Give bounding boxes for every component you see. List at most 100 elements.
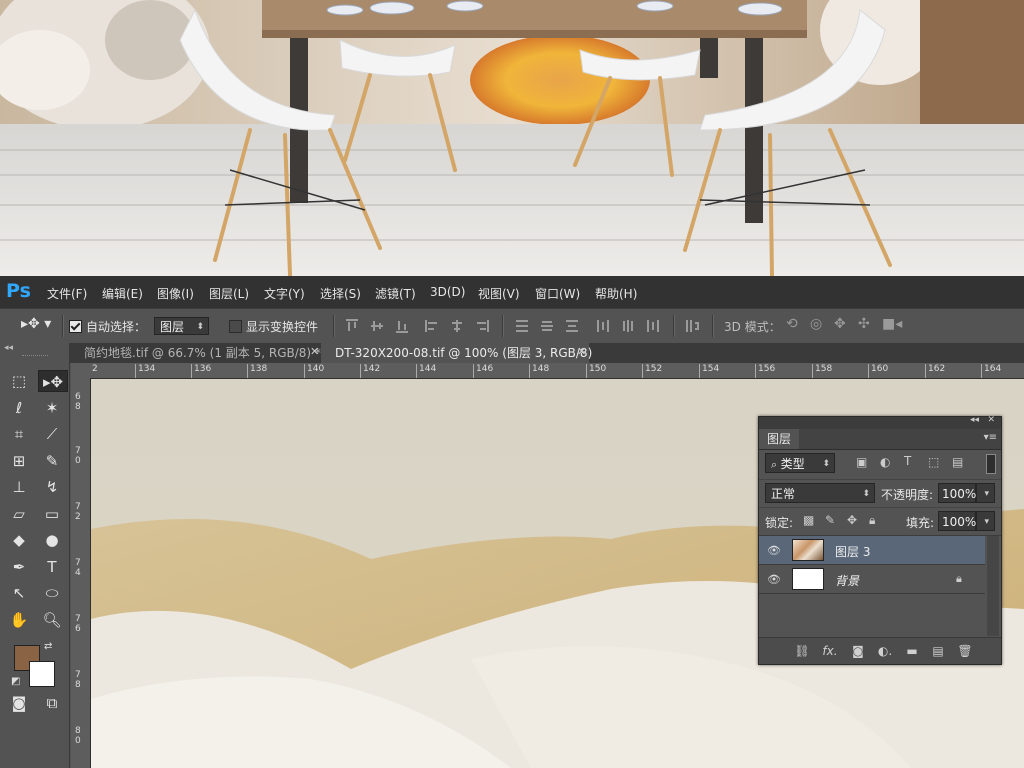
close-icon[interactable]: ✕	[310, 345, 319, 358]
default-colors-icon[interactable]: ◩	[11, 676, 20, 687]
visibility-eye-icon[interactable]: 👁︎	[767, 573, 781, 586]
fill-slider-toggle[interactable]: ▾	[976, 511, 995, 531]
distribute-top-icon[interactable]	[515, 319, 529, 333]
layer-row-background[interactable]: 👁︎ 背景 🔒︎	[759, 565, 985, 594]
align-top-icon[interactable]	[345, 319, 359, 333]
lock-all-icon[interactable]: 🔒︎	[869, 513, 875, 528]
ellipse-tool-icon[interactable]: ⬭	[40, 582, 64, 604]
filter-adjustment-icon[interactable]: ◐	[880, 455, 890, 469]
history-brush-tool-icon[interactable]: ↯	[40, 476, 64, 498]
menu-layer[interactable]: 图层(L)	[209, 285, 249, 302]
menu-filter[interactable]: 滤镜(T)	[375, 285, 416, 302]
layer-name[interactable]: 图层 3	[835, 543, 870, 560]
3d-scale-icon[interactable]: ■◂	[882, 316, 902, 332]
align-vcenter-icon[interactable]	[370, 319, 384, 333]
menu-view[interactable]: 视图(V)	[478, 285, 520, 302]
clone-stamp-tool-icon[interactable]: ⊥	[7, 476, 31, 498]
swap-colors-icon[interactable]: ⇄	[44, 641, 52, 652]
move-tool-icon[interactable]: ▸✥	[38, 370, 68, 392]
3d-roll-icon[interactable]: ◎	[810, 316, 822, 332]
filter-smart-object-icon[interactable]: ▤	[952, 455, 963, 469]
distribute-left-icon[interactable]	[596, 319, 610, 333]
hand-tool-icon[interactable]: ✋	[7, 609, 31, 631]
menu-type[interactable]: 文字(Y)	[264, 285, 305, 302]
lock-position-icon[interactable]: ✥	[847, 513, 857, 527]
vertical-ruler[interactable]: 68 70 72 74 76 78 80	[71, 378, 91, 768]
gradient-tool-icon[interactable]: ▭	[40, 503, 64, 525]
link-icon[interactable]: ⛓	[794, 643, 810, 659]
eraser-tool-icon[interactable]: ▱	[7, 503, 31, 525]
menu-3d[interactable]: 3D(D)	[430, 285, 465, 299]
menu-file[interactable]: 文件(F)	[47, 285, 87, 302]
menu-window[interactable]: 窗口(W)	[535, 285, 580, 302]
trash-icon[interactable]: 🗑︎	[957, 643, 973, 659]
zoom-tool-icon[interactable]: 🔍︎	[40, 609, 64, 631]
menu-help[interactable]: 帮助(H)	[595, 285, 637, 302]
eyedropper-tool-icon[interactable]: ⟋	[40, 423, 64, 445]
opacity-input[interactable]: 100%	[938, 483, 976, 503]
adjustment-icon[interactable]: ◐.	[877, 643, 893, 659]
filter-type-icon[interactable]: T	[904, 454, 911, 468]
auto-align-icon[interactable]	[685, 319, 699, 333]
folder-icon[interactable]: ▬	[904, 643, 920, 659]
3d-slide-icon[interactable]: ✣	[858, 316, 870, 332]
distribute-vcenter-icon[interactable]	[540, 319, 554, 333]
filter-shape-icon[interactable]: ⬚	[928, 455, 939, 469]
lock-paint-icon[interactable]: ✎	[825, 513, 835, 527]
align-right-icon[interactable]	[475, 319, 489, 333]
menu-select[interactable]: 选择(S)	[320, 285, 361, 302]
visibility-eye-icon[interactable]: 👁︎	[767, 544, 781, 557]
3d-rotate-icon[interactable]: ⟲	[786, 316, 798, 332]
layer-row-layer3[interactable]: 👁︎ 图层 3	[759, 536, 985, 565]
menu-image[interactable]: 图像(I)	[157, 285, 194, 302]
show-transform-check[interactable]	[229, 320, 242, 333]
tab-document-1[interactable]: 简约地毯.tif @ 66.7% (1 副本 5, RGB/8) *	[70, 343, 321, 363]
opacity-slider-toggle[interactable]: ▾	[976, 483, 995, 503]
auto-select-target-dropdown[interactable]: 图层 ⬍	[154, 317, 209, 335]
marquee-tool-icon[interactable]: ⬚	[7, 370, 31, 392]
panel-menu-icon[interactable]: ▾≡	[984, 432, 997, 443]
filter-toggle[interactable]	[986, 454, 996, 474]
tab-document-2[interactable]: DT-320X200-08.tif @ 100% (图层 3, RGB/8)	[321, 343, 592, 363]
align-bottom-icon[interactable]	[395, 319, 409, 333]
auto-select-check[interactable]	[69, 320, 82, 333]
layer-list-scrollbar[interactable]	[987, 536, 999, 636]
ruler-origin[interactable]	[71, 363, 90, 378]
distribute-bottom-icon[interactable]	[565, 319, 579, 333]
fx-icon[interactable]: fx.	[822, 643, 838, 659]
new-layer-icon[interactable]: ▤	[930, 643, 946, 659]
move-tool-preset-icon[interactable]: ▸✥ ▾	[21, 316, 51, 332]
distribute-right-icon[interactable]	[646, 319, 660, 333]
3d-pan-icon[interactable]: ✥	[834, 316, 846, 332]
brush-tool-icon[interactable]: ✎	[40, 450, 64, 472]
auto-select-checkbox[interactable]: 自动选择：	[69, 318, 146, 335]
blur-tool-icon[interactable]: ◆	[7, 529, 31, 551]
filter-kind-dropdown[interactable]: ⌕ 类型 ⬍	[765, 453, 835, 473]
filter-pixel-icon[interactable]: ▣	[856, 455, 867, 469]
close-icon[interactable]: ✕	[577, 345, 586, 358]
mask-icon[interactable]: ◙	[850, 643, 866, 659]
screen-mode-icon[interactable]: ⧉	[40, 692, 64, 714]
layer-name[interactable]: 背景	[835, 572, 859, 589]
show-transform-controls-checkbox[interactable]: 显示变换控件	[229, 318, 318, 335]
crop-tool-icon[interactable]: ⌗	[7, 423, 31, 445]
align-left-icon[interactable]	[425, 319, 439, 333]
background-color-swatch[interactable]	[29, 661, 55, 687]
close-icon[interactable]: ✕	[987, 415, 995, 425]
blend-mode-dropdown[interactable]: 正常 ⬍	[765, 483, 875, 503]
align-hcenter-icon[interactable]	[450, 319, 464, 333]
tab-layers[interactable]: 图层	[759, 429, 800, 449]
type-tool-icon[interactable]: T	[40, 556, 64, 578]
collapse-panel-icon[interactable]: ◂◂	[4, 343, 13, 353]
healing-brush-tool-icon[interactable]: ⊞	[7, 450, 31, 472]
pen-tool-icon[interactable]: ✒	[7, 556, 31, 578]
lock-transparency-icon[interactable]: ▩	[803, 513, 814, 527]
distribute-hcenter-icon[interactable]	[621, 319, 635, 333]
lasso-tool-icon[interactable]: ℓ	[7, 397, 31, 419]
collapse-icon[interactable]: ◂◂	[970, 415, 979, 425]
quick-mask-icon[interactable]: ◙	[7, 692, 31, 714]
menu-edit[interactable]: 编辑(E)	[102, 285, 143, 302]
path-selection-tool-icon[interactable]: ↖	[7, 582, 31, 604]
fill-input[interactable]: 100%	[938, 511, 976, 531]
dodge-tool-icon[interactable]: ●	[40, 529, 64, 551]
